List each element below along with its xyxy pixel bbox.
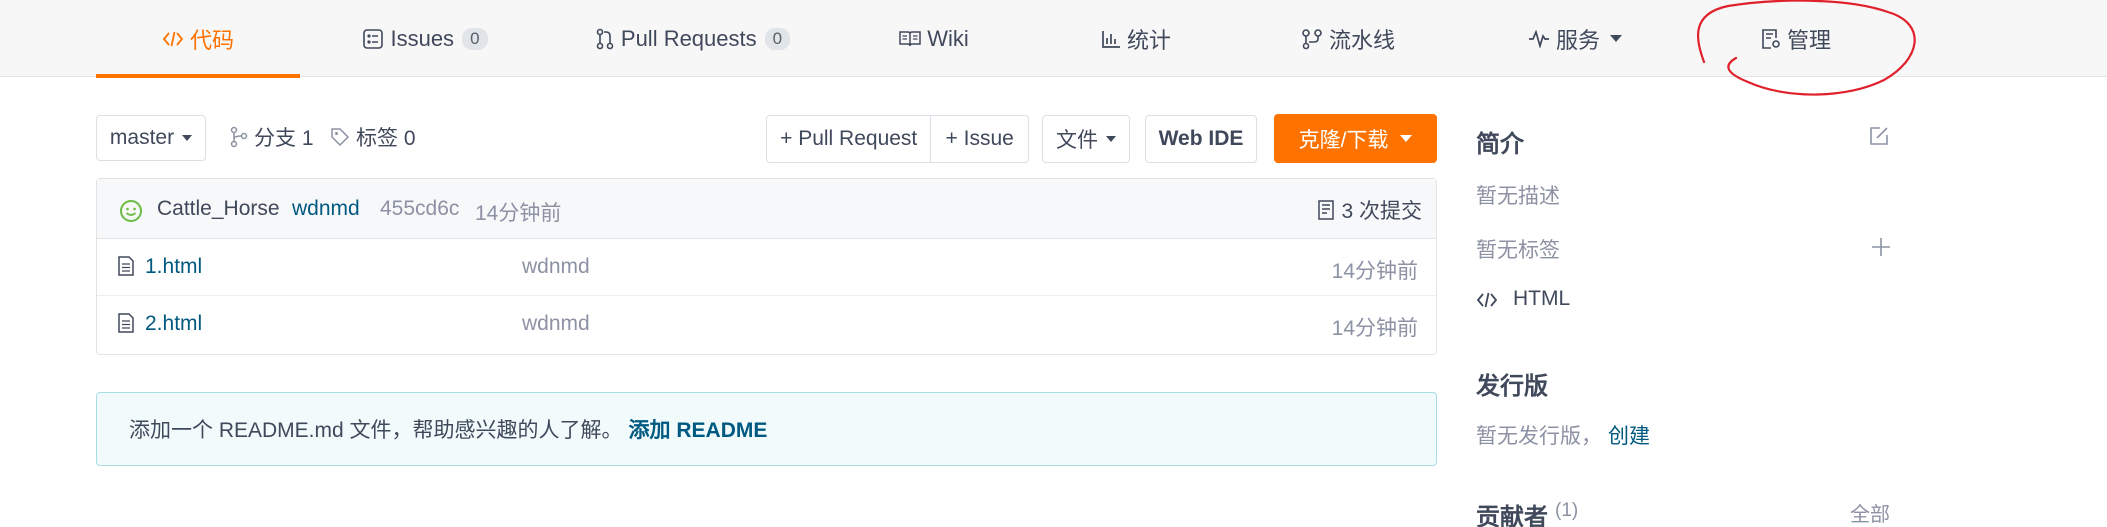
latest-commit-bar: Cattle_Horse wdnmd 455cd6c 14分钟前 3 次提交 — [97, 179, 1436, 239]
clone-label: 克隆/下载 — [1298, 128, 1389, 152]
no-description: 暂无描述 — [1476, 185, 1560, 208]
commit-count-link[interactable]: 3 次提交 — [1317, 195, 1422, 225]
file-menu-label: 文件 — [1056, 129, 1098, 152]
tab-label: Wiki — [927, 25, 969, 51]
readme-notice: 添加一个 README.md 文件，帮助感兴趣的人了解。 添加 README — [96, 392, 1437, 466]
bar-chart-icon — [1101, 29, 1121, 49]
file-list-box: Cattle_Horse wdnmd 455cd6c 14分钟前 3 次提交 1… — [96, 178, 1437, 355]
tab-label: 代码 — [189, 27, 234, 53]
repo-page: 代码 Issues 0 Pull Requests 0 Wiki 统计 流水线 … — [0, 0, 2107, 527]
branches-label: 分支 1 — [254, 127, 314, 150]
clone-download-button[interactable]: 克隆/下载 — [1274, 114, 1437, 163]
commit-time: 14分钟前 — [475, 202, 562, 225]
tab-wiki[interactable]: Wiki — [898, 0, 970, 77]
new-issue-button[interactable]: + Issue — [930, 116, 1028, 162]
branches-link[interactable]: 分支 1 — [230, 122, 314, 152]
tab-label: 服务 — [1555, 27, 1600, 53]
new-pr-issue-group: + Pull Request + Issue — [766, 115, 1029, 163]
pipeline-icon — [1301, 28, 1323, 50]
edit-icon[interactable] — [1868, 125, 1890, 147]
smile-avatar-icon — [120, 200, 142, 222]
commit-count-label: 3 次提交 — [1341, 200, 1422, 223]
issues-icon — [362, 28, 384, 50]
tab-issues[interactable]: Issues 0 — [360, 0, 490, 77]
file-row[interactable]: 2.html wdnmd 14分钟前 — [97, 296, 1436, 353]
contributors-all-link[interactable]: 全部 — [1850, 498, 1890, 527]
file-name[interactable]: 1.html — [145, 255, 202, 279]
file-icon — [118, 256, 134, 276]
repo-tab-bar: 代码 Issues 0 Pull Requests 0 Wiki 统计 流水线 … — [0, 0, 2107, 96]
caret-down-icon — [1106, 136, 1116, 142]
commit-message[interactable]: wdnmd — [292, 197, 360, 221]
tags-label: 标签 0 — [356, 127, 416, 150]
tab-statistics[interactable]: 统计 — [1100, 0, 1172, 77]
branch-icon — [230, 126, 248, 148]
file-commit-message[interactable]: wdnmd — [522, 312, 590, 336]
create-release-link[interactable]: 创建 — [1608, 420, 1650, 450]
commit-hash[interactable]: 455cd6c — [380, 197, 459, 221]
no-release: 暂无发行版， — [1476, 425, 1602, 448]
commit-author[interactable]: Cattle_Horse — [157, 197, 280, 221]
chevron-down-icon — [1610, 35, 1622, 42]
tab-label: 统计 — [1126, 27, 1171, 53]
tab-label: Pull Requests — [620, 25, 757, 51]
branch-name: master — [109, 126, 175, 149]
new-pull-request-button[interactable]: + Pull Request — [767, 116, 930, 162]
tab-services[interactable]: 服务 — [1525, 0, 1625, 77]
book-icon — [899, 30, 921, 48]
branch-select[interactable]: master — [96, 115, 206, 161]
no-tags: 暂无标签 — [1476, 239, 1560, 262]
web-ide-button[interactable]: Web IDE — [1145, 115, 1257, 163]
tab-label: 流水线 — [1328, 27, 1395, 53]
file-time: 14分钟前 — [1331, 260, 1418, 283]
pulse-icon — [1528, 29, 1550, 48]
add-readme-link[interactable]: 添加 README — [629, 414, 768, 444]
plus-icon[interactable] — [1870, 236, 1892, 258]
release-title: 发行版 — [1476, 373, 1548, 400]
tab-pipeline[interactable]: 流水线 — [1300, 0, 1396, 77]
file-menu-button[interactable]: 文件 — [1042, 115, 1130, 163]
file-row[interactable]: 1.html wdnmd 14分钟前 — [97, 239, 1436, 296]
pull-request-icon — [595, 28, 615, 50]
contributors-title: 贡献者 — [1476, 504, 1548, 527]
file-icon — [118, 313, 134, 333]
code-icon — [162, 29, 184, 49]
readme-notice-text: 添加一个 README.md 文件，帮助感兴趣的人了解。 — [129, 419, 623, 442]
file-name[interactable]: 2.html — [145, 312, 202, 336]
contributors-count: (1) — [1555, 500, 1579, 521]
file-commit-message[interactable]: wdnmd — [522, 255, 590, 279]
tags-link[interactable]: 标签 0 — [330, 122, 416, 152]
file-time: 14分钟前 — [1331, 317, 1418, 340]
tag-icon — [331, 128, 350, 147]
tab-code[interactable]: 代码 — [96, 0, 300, 78]
annotation-circle — [1696, 0, 1916, 96]
intro-title: 简介 — [1476, 131, 1524, 158]
tab-pull-requests[interactable]: Pull Requests 0 — [596, 0, 791, 77]
caret-down-icon — [182, 135, 193, 141]
count-badge: 0 — [462, 27, 488, 50]
caret-down-icon — [1400, 135, 1413, 142]
tab-label: Issues — [390, 25, 455, 51]
count-badge: 0 — [764, 27, 791, 50]
code-icon — [1476, 292, 1498, 308]
repo-language: HTML — [1513, 287, 1571, 310]
commit-list-icon — [1318, 200, 1335, 220]
